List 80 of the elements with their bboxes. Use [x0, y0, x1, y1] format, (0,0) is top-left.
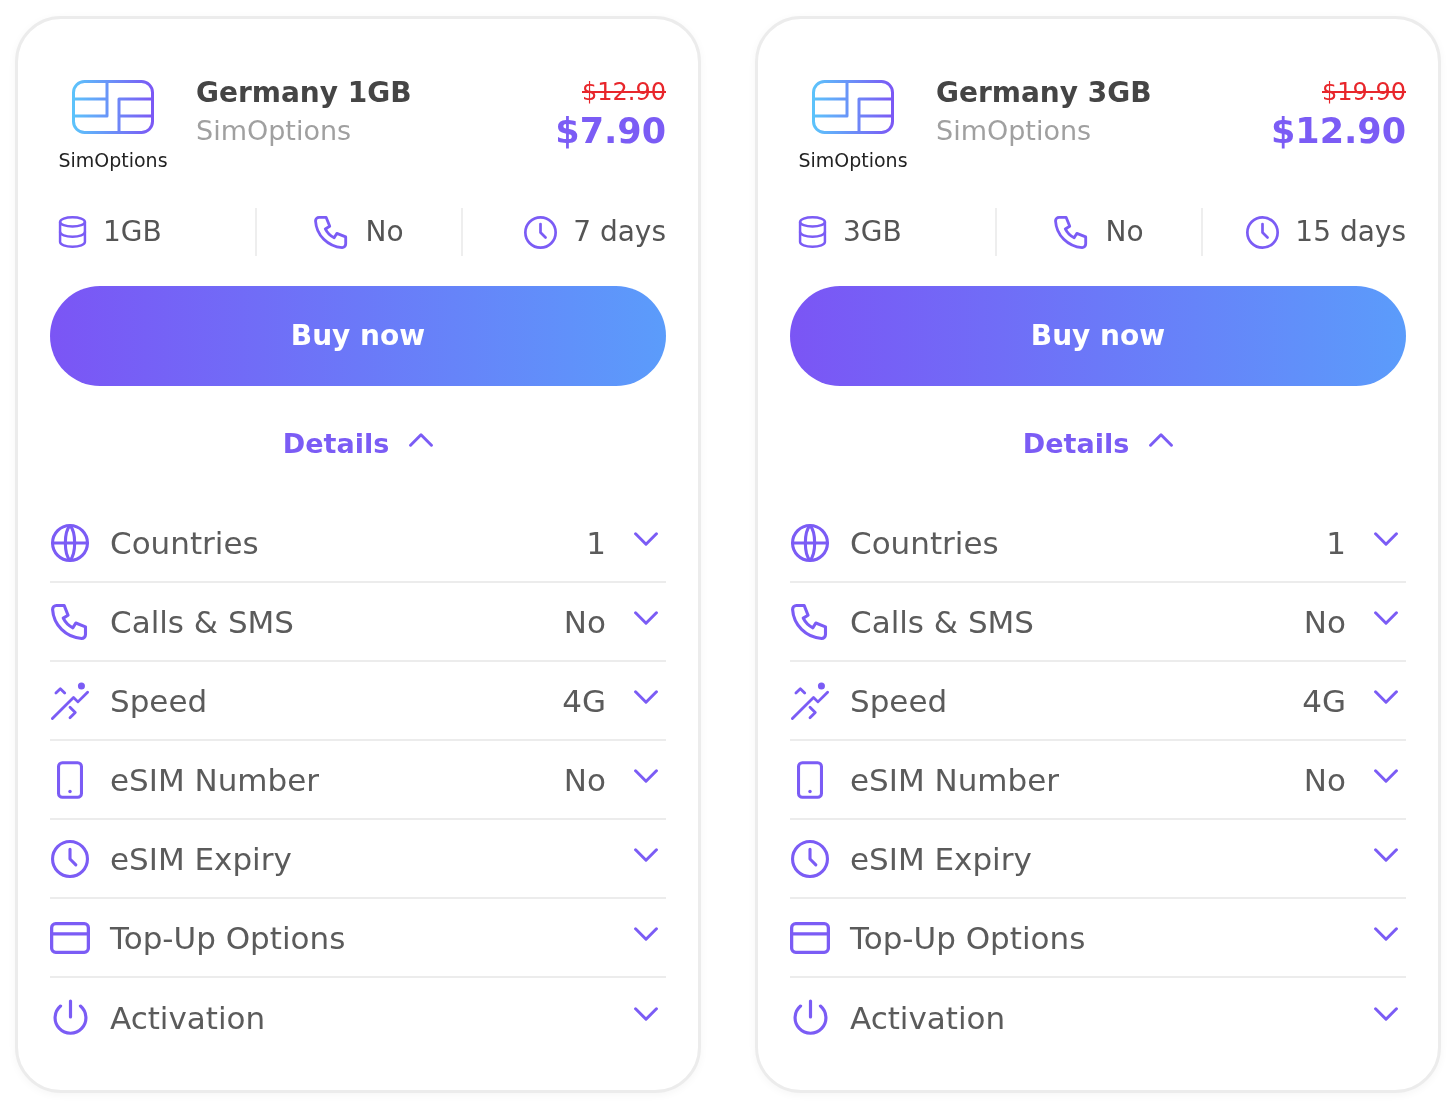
chevron-down-icon[interactable]	[1374, 689, 1398, 704]
clock-icon	[791, 839, 829, 878]
feature-value: 4G	[562, 681, 606, 721]
phone-icon	[51, 603, 89, 640]
sim-card-icon	[812, 80, 894, 134]
feature-label: Activation	[850, 998, 1007, 1038]
database-icon	[798, 216, 827, 248]
buy-now-button[interactable]: Buy now	[790, 286, 1406, 386]
chevron-down-icon[interactable]	[634, 1006, 658, 1021]
logo-caption: SimOptions	[798, 148, 908, 172]
globe-icon	[51, 523, 89, 562]
details-toggle[interactable]: Details	[1022, 424, 1174, 464]
runner-icon	[51, 681, 89, 720]
chevron-down-icon[interactable]	[1374, 1006, 1398, 1021]
feature-label: Speed	[110, 681, 209, 721]
feature-label: Top-Up Options	[850, 918, 1087, 958]
chevron-down-icon[interactable]	[634, 531, 658, 546]
clock-icon	[524, 215, 558, 249]
feature-value: No	[563, 602, 606, 642]
phone-icon	[791, 603, 829, 640]
phone-icon	[1054, 215, 1090, 249]
chevron-down-icon[interactable]	[634, 610, 658, 625]
chevron-down-icon[interactable]	[634, 847, 658, 862]
buy-now-button[interactable]: Buy now	[50, 286, 666, 386]
chevron-up-icon[interactable]	[409, 433, 434, 447]
sim-card-icon	[72, 80, 154, 134]
database-icon	[58, 216, 87, 248]
provider-name: SimOptions	[936, 114, 1093, 148]
feature-label: Top-Up Options	[110, 918, 347, 958]
phone-icon	[314, 215, 350, 249]
feature-label: eSIM Expiry	[110, 839, 293, 879]
feature-value: No	[1303, 602, 1346, 642]
stat-value: 7 days	[573, 214, 666, 250]
old-price: $12.90	[582, 77, 666, 108]
chevron-down-icon[interactable]	[1374, 847, 1398, 862]
price: $7.90	[555, 110, 666, 153]
feature-label: eSIM Expiry	[850, 839, 1033, 879]
plan-title: Germany 3GB	[936, 75, 1153, 111]
details-toggle[interactable]: Details	[282, 424, 434, 464]
feature-label: Speed	[850, 681, 949, 721]
clock-icon	[1246, 215, 1280, 249]
chevron-down-icon[interactable]	[1374, 531, 1398, 546]
globe-icon	[791, 523, 829, 562]
chevron-down-icon[interactable]	[1374, 768, 1398, 783]
feature-label: Calls & SMS	[110, 602, 295, 642]
power-icon	[52, 998, 88, 1037]
smartphone-icon	[57, 760, 83, 799]
feature-label: Activation	[110, 998, 267, 1038]
chevron-down-icon[interactable]	[1374, 926, 1398, 941]
old-price: $19.90	[1322, 77, 1406, 108]
feature-label: eSIM Number	[110, 760, 321, 800]
feature-label: Calls & SMS	[850, 602, 1035, 642]
feature-label: eSIM Number	[850, 760, 1061, 800]
chevron-up-icon[interactable]	[1149, 433, 1174, 447]
credit-card-icon	[790, 921, 830, 954]
price: $12.90	[1270, 110, 1406, 153]
runner-icon	[791, 681, 829, 720]
plan-title: Germany 1GB	[196, 75, 413, 111]
chevron-down-icon[interactable]	[634, 926, 658, 941]
feature-value: No	[1303, 760, 1346, 800]
feature-value: 1	[1326, 523, 1346, 563]
chevron-down-icon[interactable]	[634, 768, 658, 783]
stat-value: No	[1105, 214, 1144, 250]
feature-value: 1	[586, 523, 606, 563]
stat-value: 1GB	[103, 214, 162, 250]
stat-value: 3GB	[843, 214, 902, 250]
stat-value: 15 days	[1295, 214, 1406, 250]
feature-label: Countries	[110, 523, 260, 563]
clock-icon	[51, 839, 89, 878]
credit-card-icon	[50, 921, 90, 954]
feature-label: Countries	[850, 523, 1000, 563]
feature-value: No	[563, 760, 606, 800]
logo-caption: SimOptions	[58, 148, 168, 172]
smartphone-icon	[797, 760, 823, 799]
power-icon	[792, 998, 828, 1037]
provider-name: SimOptions	[196, 114, 353, 148]
feature-value: 4G	[1302, 681, 1346, 721]
stat-value: No	[365, 214, 404, 250]
chevron-down-icon[interactable]	[1374, 610, 1398, 625]
chevron-down-icon[interactable]	[634, 689, 658, 704]
